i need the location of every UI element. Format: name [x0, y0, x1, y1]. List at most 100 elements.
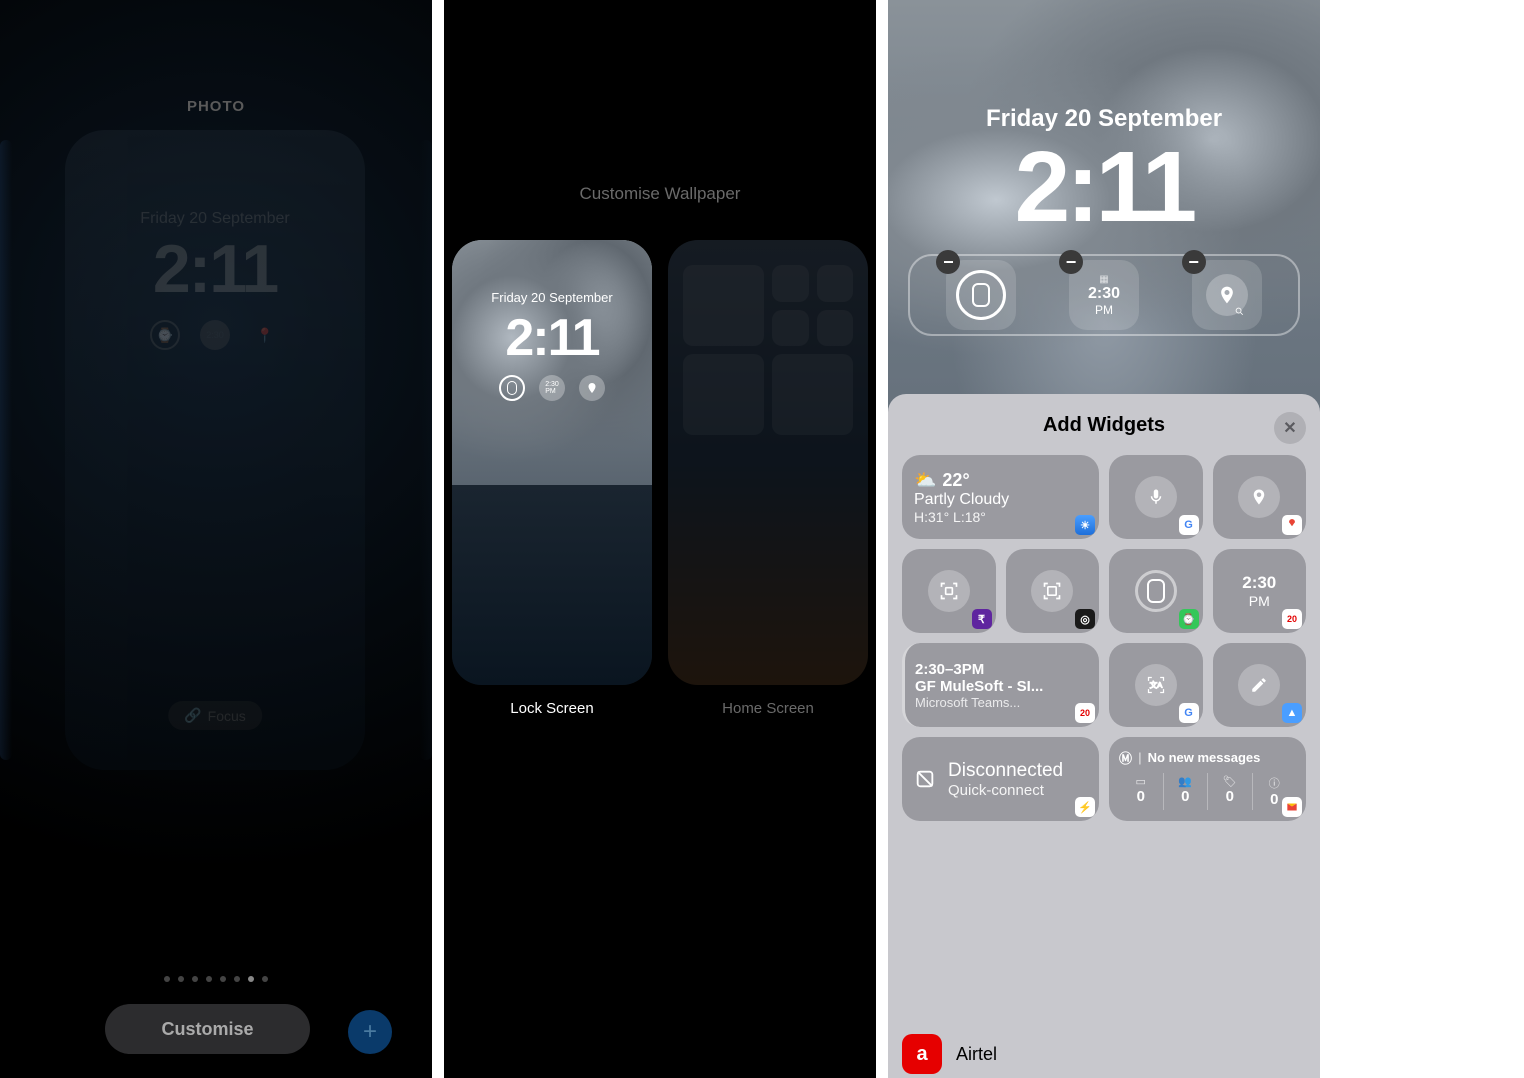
customise-background: Customise Wallpaper Friday 20 September …: [444, 0, 876, 1078]
page-dot: [164, 976, 170, 982]
google-voice-widget[interactable]: G: [1109, 455, 1203, 539]
promotions-icon: 🏷: [1208, 775, 1252, 788]
screen-pair: Friday 20 September 2:11 2:30PM: [444, 240, 876, 685]
qr-scan-icon: [928, 570, 970, 612]
next-wallpaper-edge[interactable]: [420, 140, 432, 760]
panel-lockscreen-gallery: PHOTO Friday 20 September 2:11 ⌚ 2:30 📍 …: [0, 0, 432, 1078]
clock-widget[interactable]: 2:30 PM 20: [1213, 549, 1307, 633]
location-icon: [579, 375, 605, 401]
page-dot-active: [248, 976, 254, 982]
lock-preview-time: 2:11: [452, 308, 652, 368]
app-icon: ⚡: [1075, 797, 1095, 817]
remove-widget-button[interactable]: −: [1059, 250, 1083, 274]
weather-highlow: H:31° L:18°: [914, 509, 1087, 525]
widget-slot-location[interactable]: −: [1192, 260, 1262, 330]
widget-slots[interactable]: − − ▦ 2:30 PM −: [908, 254, 1300, 336]
home-app-icon: [817, 265, 854, 302]
weather-icon: ⛅: [914, 470, 936, 491]
scan-icon: [1031, 570, 1073, 612]
calendar-icon: ▦: [1088, 274, 1120, 285]
updates-icon: ⓘ: [1253, 775, 1297, 791]
event-title: GF MuleSoft - SI...: [915, 678, 1087, 695]
gmail-m-icon: Ⓜ: [1119, 748, 1132, 767]
phonepe-scan-widget[interactable]: ₹: [902, 549, 996, 633]
page-dot: [220, 976, 226, 982]
widget-slot-watch[interactable]: −: [946, 260, 1016, 330]
home-app-icon: [772, 265, 809, 302]
gmail-app-icon: [1282, 797, 1302, 817]
primary-icon: ▭: [1119, 775, 1163, 788]
panel-add-widgets: Friday 20 September 2:11 − − ▦ 2:30 PM −: [888, 0, 1320, 1078]
location-icon: [1206, 274, 1248, 316]
pencil-icon: [1238, 664, 1280, 706]
disconnect-subtitle: Quick-connect: [948, 782, 1063, 799]
lock-screen-preview[interactable]: Friday 20 September 2:11 2:30PM: [452, 240, 652, 685]
page-dot: [262, 976, 268, 982]
airtel-label: Airtel: [956, 1044, 997, 1065]
lock-preview-date: Friday 20 September: [452, 290, 652, 305]
gmail-category-row: ▭0 👥0 🏷0 ⓘ0: [1119, 773, 1296, 810]
page-dot: [206, 976, 212, 982]
lockscreen-date[interactable]: Friday 20 September: [888, 105, 1320, 133]
watch-battery-icon: [1135, 570, 1177, 612]
home-screen-preview[interactable]: [668, 240, 868, 685]
watch-battery-widget[interactable]: ⌚: [1109, 549, 1203, 633]
weather-app-icon: ☀: [1075, 515, 1095, 535]
home-app-icon: [817, 310, 854, 347]
page-dot: [192, 976, 198, 982]
clock-icon: 2:30PM: [539, 375, 565, 401]
weather-desc: Partly Cloudy: [914, 491, 1087, 509]
page-indicator: [164, 976, 268, 982]
watch-battery-icon: [956, 270, 1006, 320]
lockscreen-time[interactable]: 2:11: [888, 130, 1320, 245]
add-widgets-sheet: Add Widgets ✕ ⛅22° Partly Cloudy H:31° L…: [888, 394, 1320, 1078]
disconnect-widget[interactable]: Disconnected Quick-connect ⚡: [902, 737, 1099, 821]
home-widget: [683, 354, 764, 435]
close-button[interactable]: ✕: [1274, 412, 1306, 444]
clock-ampm: PM: [1249, 593, 1270, 609]
panel-customise-wallpaper: Customise Wallpaper Friday 20 September …: [444, 0, 876, 1078]
focus-button[interactable]: 🔗 Focus: [168, 701, 262, 730]
scan-widget[interactable]: ◎: [1006, 549, 1100, 633]
lockscreen-background: Friday 20 September 2:11 − − ▦ 2:30 PM −: [888, 0, 1320, 1078]
prev-wallpaper-edge[interactable]: [0, 140, 12, 760]
home-app-icon: [772, 310, 809, 347]
customise-button[interactable]: Customise: [105, 1004, 310, 1054]
remove-widget-button[interactable]: −: [1182, 250, 1206, 274]
add-wallpaper-button[interactable]: +: [348, 1010, 392, 1054]
page-dot: [234, 976, 240, 982]
app-icon: ▲: [1282, 703, 1302, 723]
gmail-widget[interactable]: Ⓜ | No new messages ▭0 👥0 🏷0 ⓘ0: [1109, 737, 1306, 821]
home-widget: [683, 265, 764, 346]
weather-widget[interactable]: ⛅22° Partly Cloudy H:31° L:18° ☀: [902, 455, 1099, 539]
calendar-event-widget[interactable]: 2:30–3PM GF MuleSoft - SI... Microsoft T…: [902, 643, 1099, 727]
preview-time: 2:11: [65, 230, 365, 308]
lockscreen-preview[interactable]: Friday 20 September 2:11 ⌚ 2:30 📍 🔗 Focu…: [65, 130, 365, 770]
preview-widgets: ⌚ 2:30 📍: [150, 320, 280, 350]
location-icon: [1238, 476, 1280, 518]
wallpaper-type-label: PHOTO: [0, 98, 432, 115]
social-icon: 👥: [1164, 775, 1208, 788]
watch-battery-icon: ⌚: [150, 320, 180, 350]
maps-location-widget[interactable]: [1213, 455, 1307, 539]
widget-slot-clock[interactable]: − ▦ 2:30 PM: [1069, 260, 1139, 330]
translate-icon: 文A: [1135, 664, 1177, 706]
svg-text:文A: 文A: [1149, 680, 1162, 690]
event-subtitle: Microsoft Teams...: [915, 695, 1087, 710]
phonepe-app-icon: ₹: [972, 609, 992, 629]
translate-widget[interactable]: 文A G: [1109, 643, 1203, 727]
google-app-icon: G: [1179, 515, 1199, 535]
focus-label: Focus: [208, 708, 246, 724]
wallpaper-ground: [452, 485, 652, 685]
watch-battery-icon: [499, 375, 525, 401]
weather-temp: ⛅22°: [914, 470, 1087, 491]
event-time: 2:30–3PM: [915, 661, 1087, 678]
slot-time: 2:30: [1088, 285, 1120, 303]
disconnect-title: Disconnected: [948, 760, 1063, 782]
home-screen-label: Home Screen: [668, 700, 868, 717]
notes-widget[interactable]: ▲: [1213, 643, 1307, 727]
slot-ampm: PM: [1088, 303, 1120, 317]
calendar-app-icon: 20: [1282, 609, 1302, 629]
airtel-app-row[interactable]: a Airtel: [902, 1034, 1306, 1074]
remove-widget-button[interactable]: −: [936, 250, 960, 274]
